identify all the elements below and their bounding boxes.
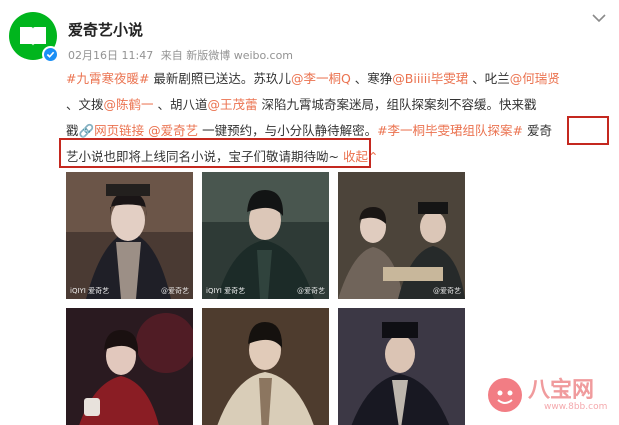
photo-thumbnail[interactable] xyxy=(338,308,465,425)
photo-watermark: iQIYI 爱奇艺 xyxy=(206,287,246,295)
mention-link[interactable]: @王茂蕾 xyxy=(208,97,258,112)
user-name[interactable]: 爱奇艺小说 xyxy=(68,19,143,40)
book-icon xyxy=(20,27,46,46)
mention-link[interactable]: @陈鹤一 xyxy=(104,97,154,112)
post-text-line: 戳🔗网页链接 @爱奇艺 一键预约，与小分队静待解密。#李一桐毕雯珺组队探案# 爱… xyxy=(66,118,614,144)
hashtag-link[interactable]: #李一桐毕雯珺组队探案# xyxy=(377,123,523,138)
post-text-line: #九霄寒夜暖# 最新剧照已送达。苏玖儿@李一桐Q 、寒狰@Biiiii毕雯珺 、… xyxy=(66,66,614,92)
bubble-logo-icon xyxy=(488,378,522,412)
collapse-link[interactable]: ⌃ xyxy=(368,149,378,164)
post-text-segment: 、寒狰 xyxy=(350,71,393,86)
photo-thumbnail[interactable]: iQIYI 爱奇艺 @爱奇艺 xyxy=(202,172,329,299)
mention-link[interactable]: @何瑞贤 xyxy=(510,71,560,86)
post-text-segment: 艺小说也即将上线同名小说，宝子们敬请期待呦~ xyxy=(66,149,343,164)
site-logo-text: 八宝网 xyxy=(528,378,595,403)
post-text-segment: 、胡八道 xyxy=(153,97,208,112)
photo-credit: @爱奇艺 xyxy=(433,287,461,295)
photo-thumbnail[interactable]: iQIYI 爱奇艺 @爱奇艺 xyxy=(66,172,193,299)
photo-thumbnail[interactable] xyxy=(66,308,193,425)
photo-credit: @爱奇艺 xyxy=(161,287,189,295)
web-link[interactable]: 🔗网页链接 xyxy=(79,123,145,138)
chevron-down-icon[interactable] xyxy=(591,12,607,24)
verified-badge-icon xyxy=(42,46,59,63)
post-date[interactable]: 02月16日 11:47 xyxy=(68,49,153,62)
post-text-segment: 一键预约，与小分队静待解密。 xyxy=(198,123,378,138)
collapse-link[interactable]: 收起 xyxy=(343,149,368,164)
photo-thumbnail[interactable] xyxy=(202,308,329,425)
post-text-segment: 爱奇 xyxy=(523,123,553,138)
post-text-segment: 、文拨 xyxy=(66,97,104,112)
mention-link[interactable]: @爱奇艺 xyxy=(148,123,198,138)
photo-watermark: iQIYI 爱奇艺 xyxy=(70,287,110,295)
post-text-segment: 最新剧照已送达。苏玖儿 xyxy=(149,71,291,86)
hashtag-link[interactable]: #九霄寒夜暖# xyxy=(66,71,149,86)
site-logo: 八宝网 www.8bb.com xyxy=(488,370,608,420)
post-text: #九霄寒夜暖# 最新剧照已送达。苏玖儿@李一桐Q 、寒狰@Biiiii毕雯珺 、… xyxy=(66,66,614,170)
photo-thumbnail[interactable]: @爱奇艺 xyxy=(338,172,465,299)
post-text-line: 、文拨@陈鹤一 、胡八道@王茂蕾 深陷九霄城奇案迷局，组队探案刻不容缓。快来戳 xyxy=(66,92,614,118)
site-logo-url: www.8bb.com xyxy=(544,402,608,412)
post-text-segment: 深陷九霄城奇案迷局，组队探案刻不容缓。快来戳 xyxy=(257,97,537,112)
mention-link[interactable]: @李一桐Q xyxy=(291,71,351,86)
post-text-line: 艺小说也即将上线同名小说，宝子们敬请期待呦~ 收起⌃ xyxy=(66,144,614,170)
post-source: 来自 新版微博 weibo.com xyxy=(160,49,294,62)
post-text-segment: 、叱兰 xyxy=(468,71,510,86)
post-text-segment: 戳 xyxy=(66,123,79,138)
post-meta: 02月16日 11:47 来自 新版微博 weibo.com xyxy=(68,47,297,63)
mention-link[interactable]: @Biiiii毕雯珺 xyxy=(392,71,468,86)
photo-credit: @爱奇艺 xyxy=(297,287,325,295)
